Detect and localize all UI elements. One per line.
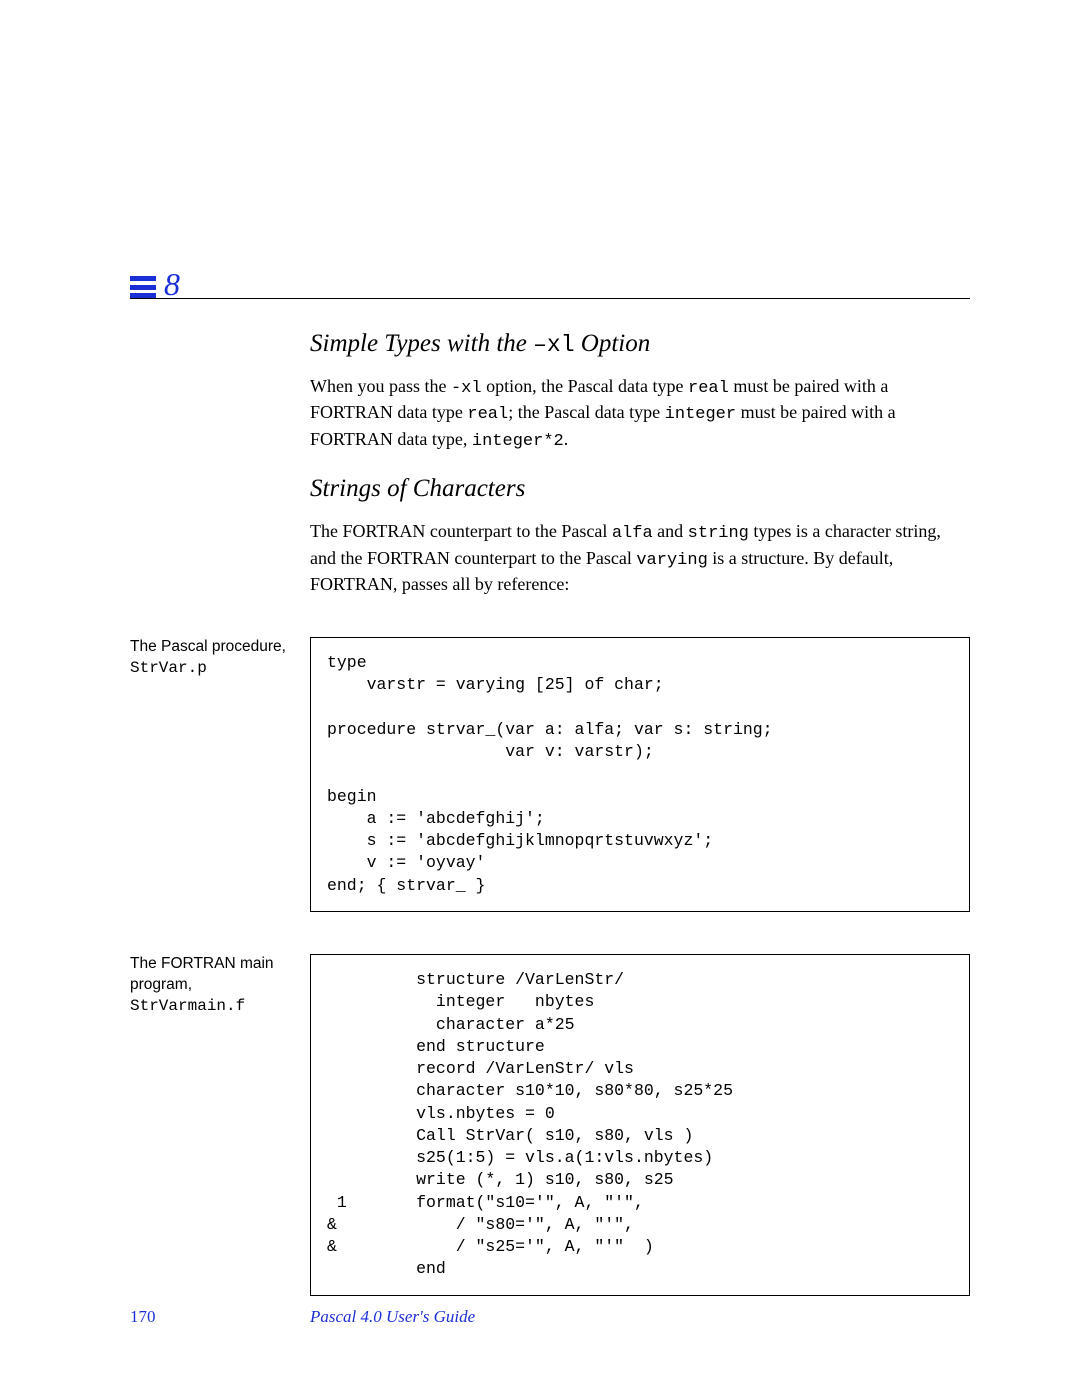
section-title-strings: Strings of Characters	[310, 475, 970, 503]
section2-paragraph: The FORTRAN counterpart to the Pascal al…	[310, 519, 970, 597]
code-container: type varstr = varying [25] of char; proc…	[310, 637, 970, 954]
section1-paragraph: When you pass the -xl option, the Pascal…	[310, 374, 970, 453]
book-title: Pascal 4.0 User's Guide	[310, 1307, 475, 1327]
code-caption-pascal: The Pascal procedure, StrVar.p	[130, 637, 310, 680]
chapter-header: 8	[130, 260, 970, 300]
title-post: Option	[575, 330, 651, 357]
page-number: 170	[130, 1307, 310, 1327]
chapter-number: 8	[164, 268, 180, 300]
caption-filename: StrVarmain.f	[130, 997, 245, 1015]
code-block-fortran: The FORTRAN main program, StrVarmain.f s…	[130, 954, 970, 1296]
title-pre: Simple Types with the	[310, 330, 533, 357]
page-footer: 170 Pascal 4.0 User's Guide	[130, 1307, 970, 1327]
caption-text: The FORTRAN main program,	[130, 955, 274, 993]
code-container: structure /VarLenStr/ integer nbytes cha…	[310, 954, 970, 1296]
header-rule	[130, 298, 970, 299]
page: 8 Simple Types with the –xl Option When …	[0, 0, 1080, 1397]
title-code: –xl	[533, 332, 574, 358]
content: Simple Types with the –xl Option When yo…	[130, 330, 970, 1296]
section-simple-types: Simple Types with the –xl Option When yo…	[130, 330, 970, 637]
caption-filename: StrVar.p	[130, 659, 207, 677]
code-box-pascal: type varstr = varying [25] of char; proc…	[310, 637, 970, 912]
section-body: Simple Types with the –xl Option When yo…	[310, 330, 970, 637]
code-block-pascal: The Pascal procedure, StrVar.p type vars…	[130, 637, 970, 954]
chapter-bars-icon	[130, 274, 156, 300]
section-title-simple-types: Simple Types with the –xl Option	[310, 330, 970, 358]
code-box-fortran: structure /VarLenStr/ integer nbytes cha…	[310, 954, 970, 1296]
code-caption-fortran: The FORTRAN main program, StrVarmain.f	[130, 954, 310, 1017]
caption-text: The Pascal procedure,	[130, 638, 286, 655]
